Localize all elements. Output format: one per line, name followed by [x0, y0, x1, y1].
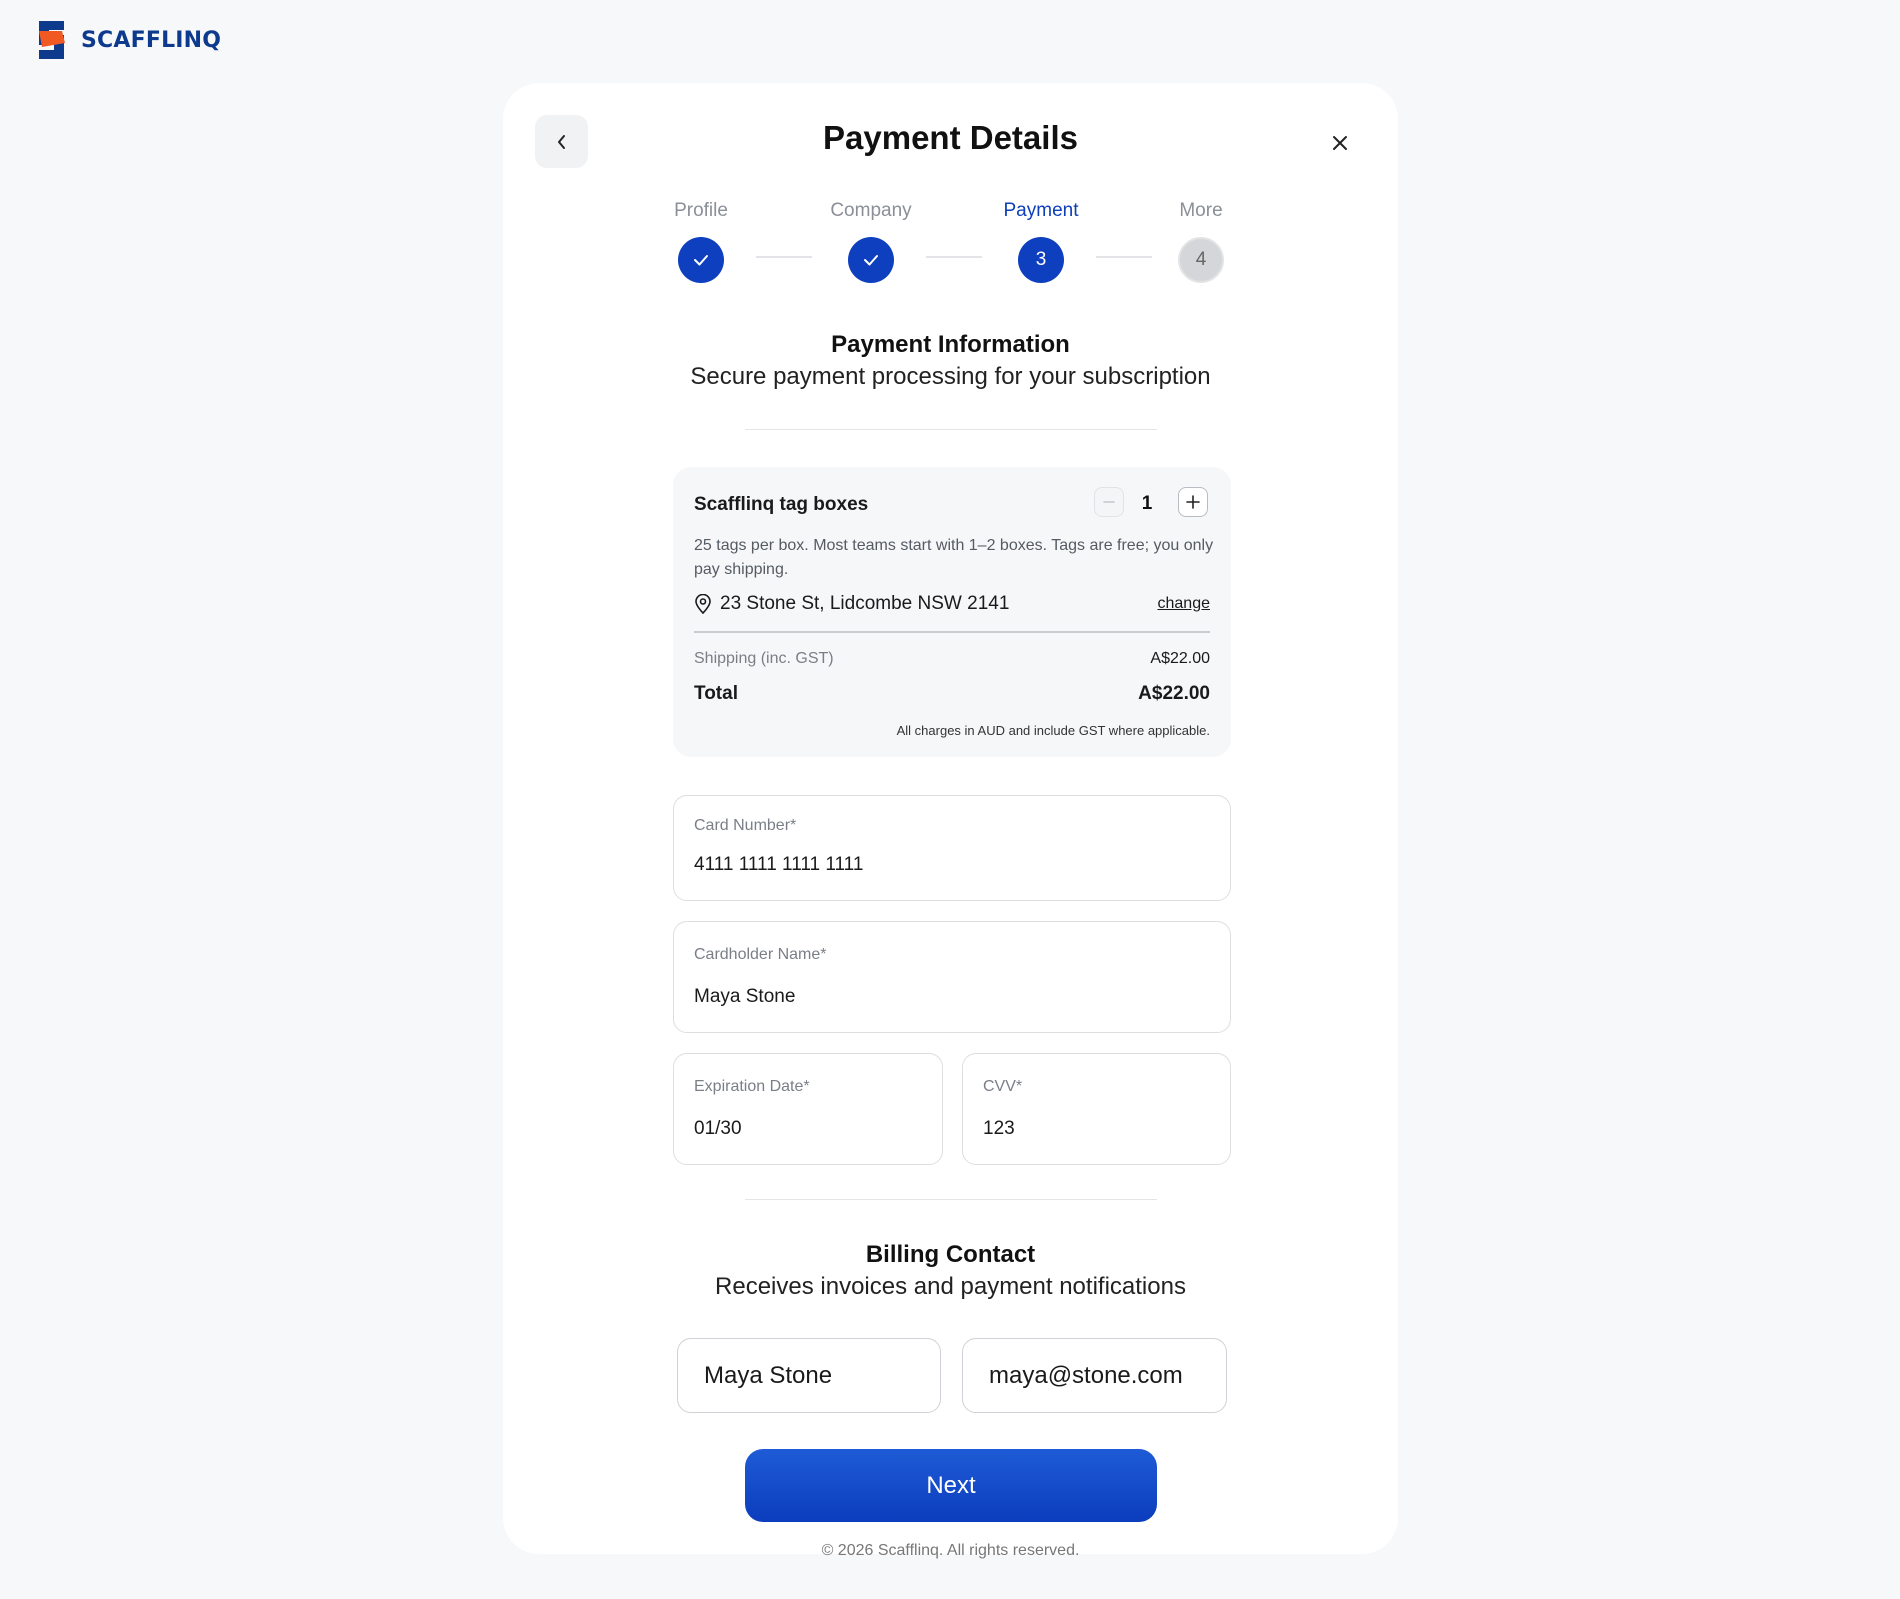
divider — [745, 429, 1157, 430]
field-label: Cardholder Name* — [694, 946, 827, 963]
plus-icon — [1186, 495, 1200, 509]
close-icon — [1333, 136, 1347, 150]
step-profile[interactable]: Profile — [631, 200, 771, 283]
change-address-link[interactable]: change — [1158, 595, 1211, 613]
check-icon — [694, 255, 708, 266]
billing-name-input[interactable]: Maya Stone — [677, 1338, 941, 1413]
shipping-address: 23 Stone St, Lidcombe NSW 2141 — [694, 593, 1009, 615]
page-title: Payment Details — [823, 119, 1078, 156]
step-complete-marker — [848, 237, 894, 283]
payment-details-dialog: Payment Details Profile Company Payment … — [503, 83, 1398, 1559]
field-label: Expiration Date* — [694, 1078, 810, 1095]
step-payment[interactable]: Payment 3 — [971, 200, 1111, 283]
step-more[interactable]: More 4 — [1131, 200, 1271, 283]
cardholder-name-field[interactable]: Cardholder Name* Maya Stone — [673, 921, 1231, 1033]
minus-icon — [1103, 501, 1115, 503]
step-complete-marker — [678, 237, 724, 283]
step-number-marker: 3 — [1018, 237, 1064, 283]
card-number-input[interactable]: 4111 1111 1111 1111 — [694, 854, 863, 876]
step-number-marker: 4 — [1178, 237, 1224, 283]
product-name: Scafflinq tag boxes — [694, 494, 869, 515]
divider — [694, 631, 1210, 633]
step-label: Payment — [1003, 200, 1079, 221]
cvv-field[interactable]: CVV* 123 — [962, 1053, 1231, 1165]
billing-email-input[interactable]: maya@stone.com — [962, 1338, 1227, 1413]
address-text: 23 Stone St, Lidcombe NSW 2141 — [720, 593, 1010, 614]
product-description: 25 tags per box. Most teams start with 1… — [694, 537, 1214, 578]
billing-section-subtitle: Receives invoices and payment notificati… — [715, 1273, 1186, 1300]
field-label: CVV* — [983, 1078, 1023, 1095]
location-pin-icon — [695, 594, 711, 614]
total-value: A$22.00 — [1138, 683, 1210, 704]
expiration-date-input[interactable]: 01/30 — [694, 1118, 742, 1140]
order-summary: Scafflinq tag boxes 1 25 tags per box. M… — [673, 467, 1231, 757]
quantity-value: 1 — [1141, 493, 1153, 514]
increase-quantity-button[interactable] — [1178, 487, 1208, 517]
step-company[interactable]: Company — [801, 200, 941, 283]
payment-section-subtitle: Secure payment processing for your subsc… — [690, 363, 1211, 390]
cardholder-name-input[interactable]: Maya Stone — [694, 986, 795, 1008]
shipping-value: A$22.00 — [1150, 650, 1210, 667]
field-label: Card Number* — [694, 817, 797, 834]
cvv-input[interactable]: 123 — [983, 1118, 1015, 1140]
billing-section-title: Billing Contact — [865, 1241, 1036, 1268]
step-label: Company — [830, 200, 912, 221]
scafflinq-logo-icon — [39, 21, 65, 59]
close-button[interactable] — [1323, 126, 1357, 160]
currency-note: All charges in AUD and include GST where… — [896, 723, 1210, 738]
brand-name: SCAFFLINQ — [81, 27, 222, 53]
total-label: Total — [694, 683, 738, 704]
brand-logo: SCAFFLINQ — [37, 21, 221, 59]
expiration-date-field[interactable]: Expiration Date* 01/30 — [673, 1053, 943, 1165]
decrease-quantity-button[interactable] — [1094, 487, 1124, 517]
step-label: Profile — [674, 200, 728, 221]
payment-section-title: Payment Information — [831, 331, 1070, 358]
card-number-field[interactable]: Card Number* 4111 1111 1111 1111 — [673, 795, 1231, 901]
next-button[interactable]: Next — [745, 1449, 1157, 1522]
shipping-label: Shipping (inc. GST) — [694, 650, 834, 667]
step-label: More — [1179, 200, 1223, 221]
check-icon — [864, 255, 878, 266]
copyright-text: © 2026 Scafflinq. All rights reserved. — [821, 1542, 1080, 1559]
divider — [745, 1199, 1157, 1200]
